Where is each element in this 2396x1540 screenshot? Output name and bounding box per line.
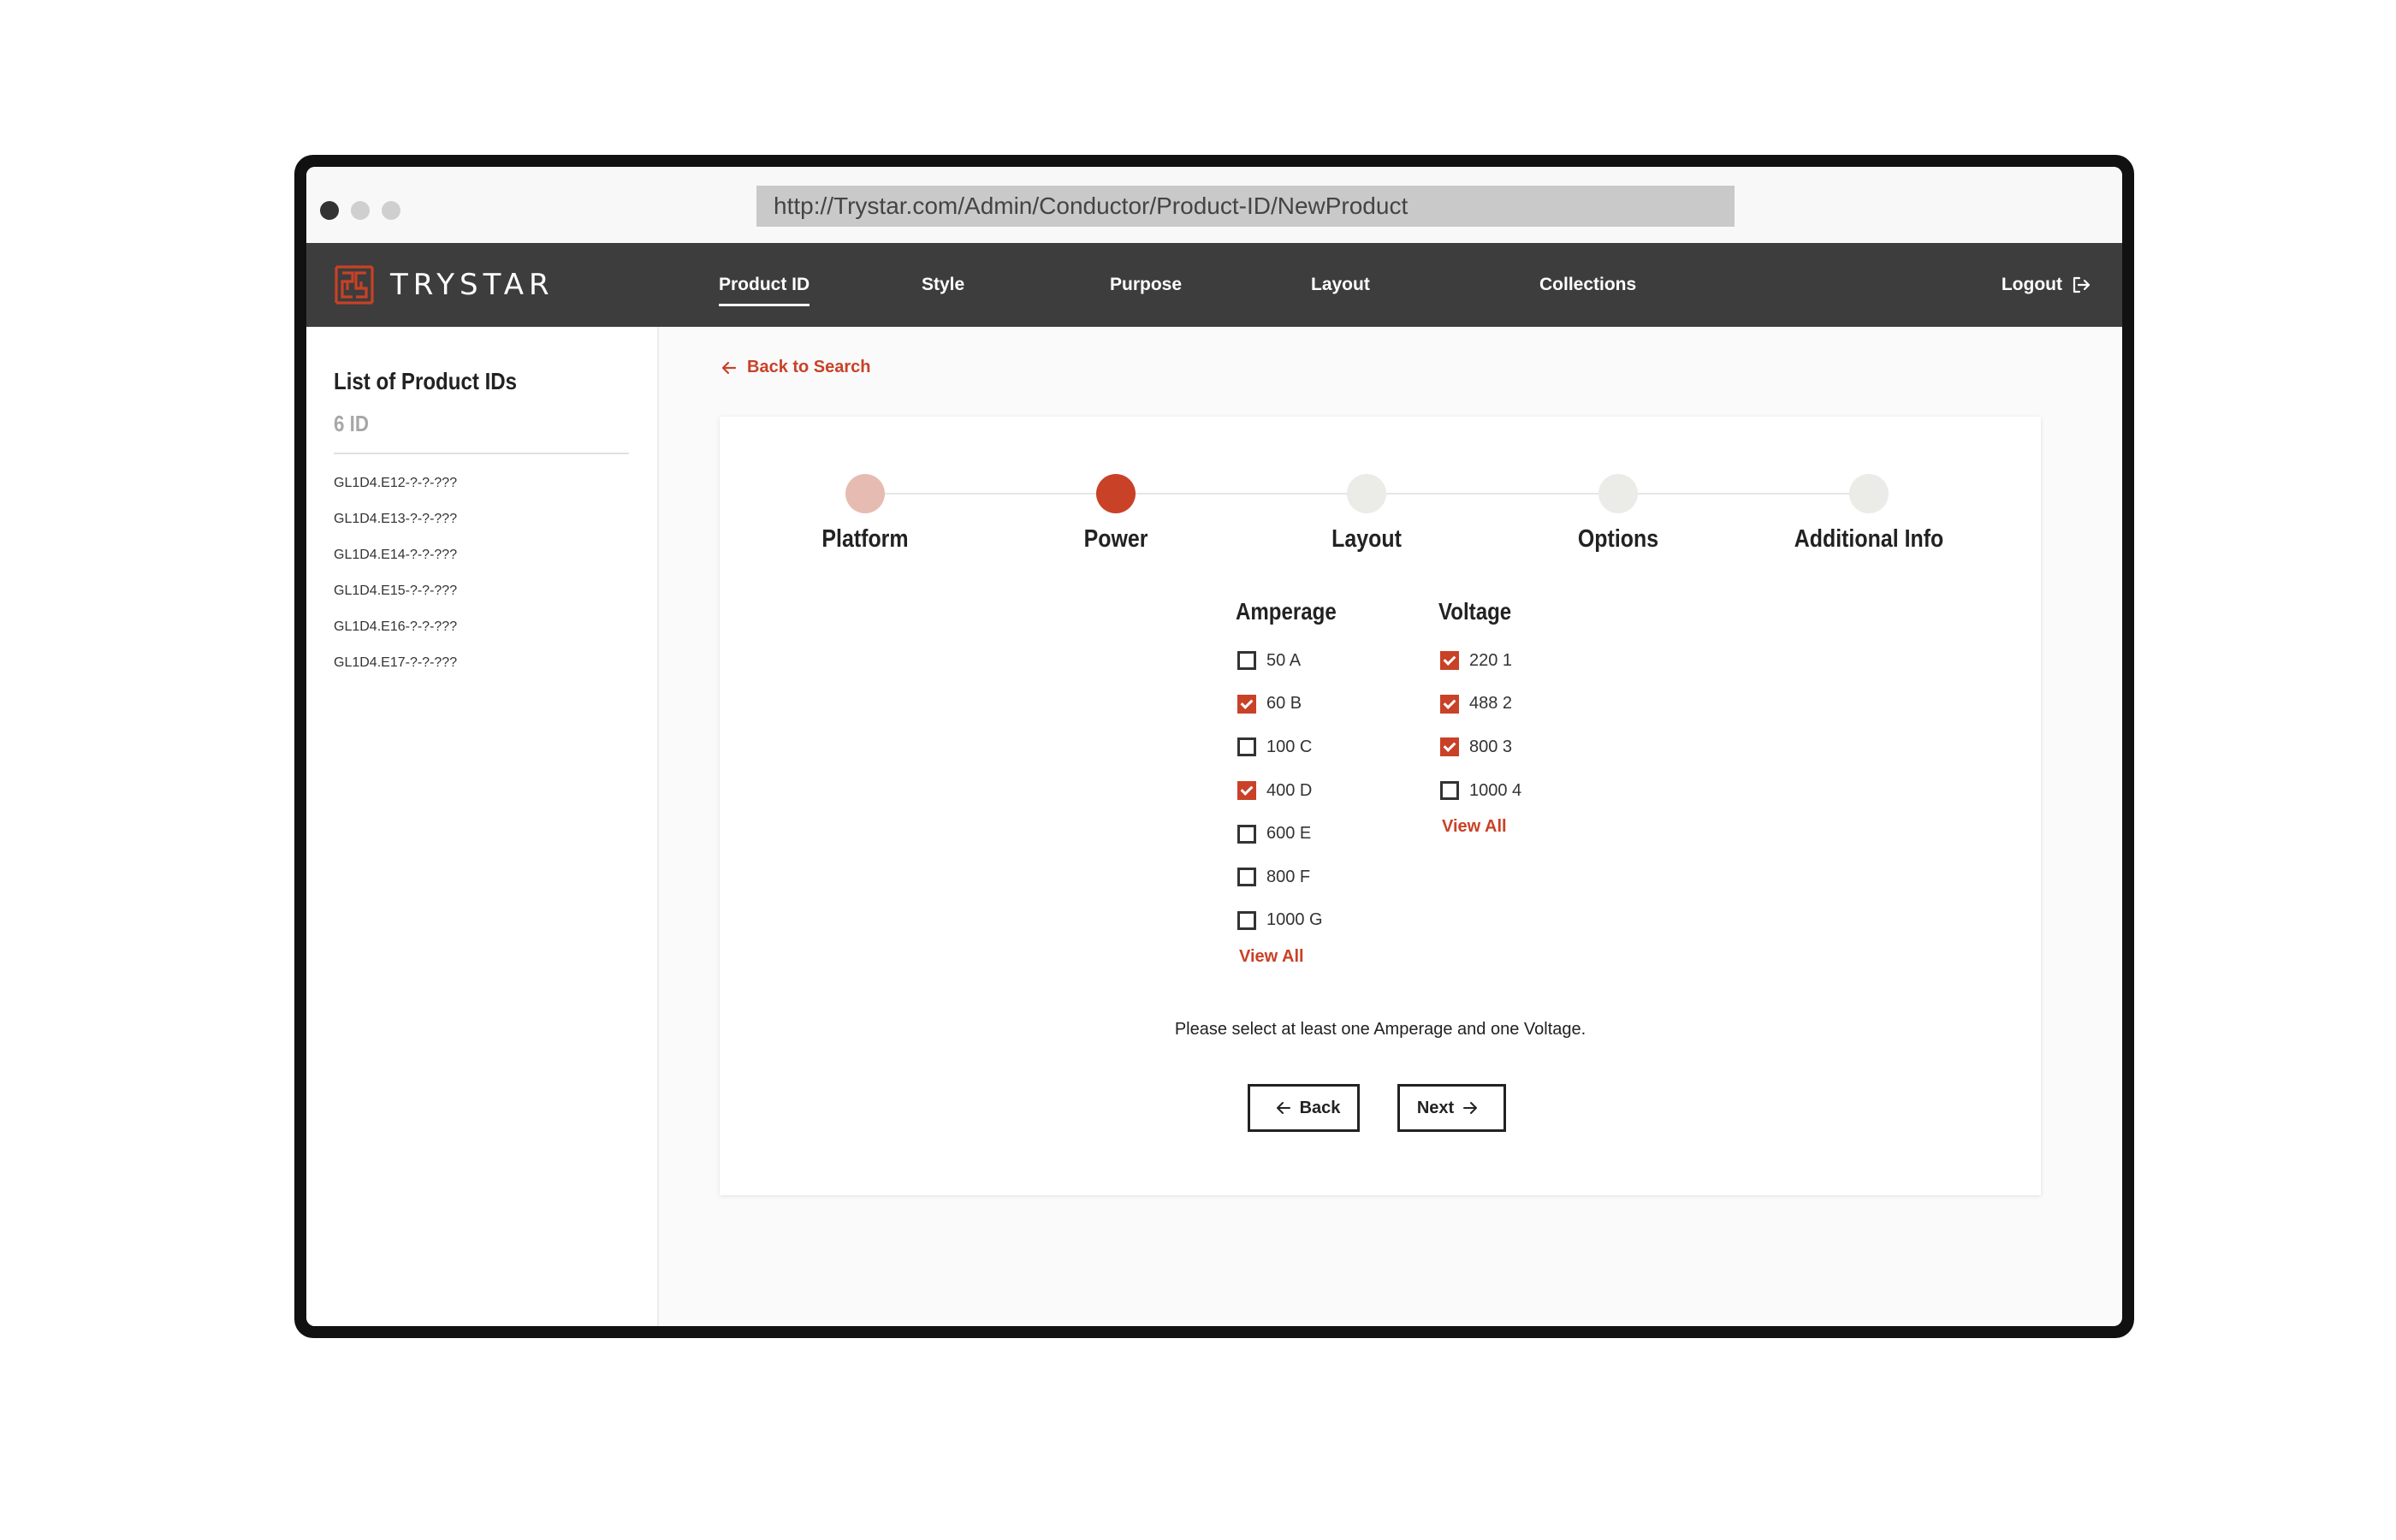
- back-to-search-label: Back to Search: [747, 358, 871, 376]
- window-close-dot[interactable]: [320, 201, 339, 220]
- step-circle: [1347, 474, 1386, 513]
- step-layout[interactable]: Layout: [1255, 474, 1478, 554]
- amperage-title: Amperage: [1236, 598, 1337, 625]
- amperage-group: Amperage 50 A 60 B 100 C 400 D 600 E 800…: [1236, 598, 1353, 967]
- nav-product-id[interactable]: Product ID: [719, 243, 810, 327]
- logout-button[interactable]: Logout: [2002, 243, 2091, 327]
- option-label: 400 D: [1266, 780, 1313, 800]
- checkbox[interactable]: [1237, 910, 1256, 930]
- checkbox[interactable]: [1440, 737, 1459, 757]
- step-label: Platform: [821, 525, 909, 553]
- browser-frame: http://Trystar.com/Admin/Conductor/Produ…: [294, 155, 2134, 1338]
- checkbox[interactable]: [1237, 651, 1256, 671]
- amperage-option[interactable]: 100 C: [1236, 726, 1353, 769]
- option-label: 488 2: [1469, 694, 1513, 714]
- step-label: Options: [1577, 525, 1659, 553]
- validation-hint: Please select at least one Amperage and …: [1174, 1020, 1586, 1039]
- product-id-item[interactable]: GL1D4.E15-?-?-???: [334, 583, 457, 619]
- step-label: Layout: [1331, 525, 1402, 553]
- amperage-option[interactable]: 600 E: [1236, 812, 1353, 856]
- logout-label: Logout: [2001, 275, 2062, 294]
- back-button[interactable]: Back: [1248, 1084, 1360, 1132]
- arrow-left-icon: [1276, 1102, 1290, 1114]
- option-label: 50 A: [1266, 650, 1302, 670]
- option-label: 100 C: [1266, 737, 1313, 756]
- voltage-title: Voltage: [1438, 598, 1512, 625]
- step-circle: [1096, 474, 1136, 513]
- logo[interactable]: TRYSTAR: [334, 264, 555, 306]
- option-label: 800 3: [1469, 737, 1513, 756]
- amperage-option[interactable]: 400 D: [1236, 769, 1353, 813]
- step-additional-info[interactable]: Additional Info: [1758, 474, 1980, 554]
- option-label: 220 1: [1469, 650, 1513, 670]
- product-id-item[interactable]: GL1D4.E13-?-?-???: [334, 511, 457, 547]
- step-circle: [845, 474, 885, 513]
- step-options[interactable]: Options: [1507, 474, 1729, 554]
- amperage-option[interactable]: 50 A: [1236, 639, 1353, 683]
- option-label: 800 F: [1266, 867, 1311, 886]
- step-circle: [1598, 474, 1638, 513]
- main-content: Back to Search Platform Power Layout Opt…: [659, 327, 2122, 1326]
- amperage-option[interactable]: 60 B: [1236, 683, 1353, 726]
- step-label: Power: [1083, 525, 1148, 553]
- option-label: 1000 4: [1469, 780, 1522, 800]
- nav-style[interactable]: Style: [922, 243, 964, 327]
- top-navbar: TRYSTAR Product ID Style Purpose Layout …: [306, 243, 2122, 327]
- product-id-item[interactable]: GL1D4.E17-?-?-???: [334, 654, 457, 690]
- step-platform[interactable]: Platform: [754, 474, 976, 554]
- voltage-option[interactable]: 1000 4: [1438, 769, 1523, 813]
- product-id-item[interactable]: GL1D4.E14-?-?-???: [334, 547, 457, 583]
- window-minimize-dot[interactable]: [351, 201, 370, 220]
- step-power[interactable]: Power: [1005, 474, 1227, 554]
- sidebar: List of Product IDs 6 ID GL1D4.E12-?-?-?…: [306, 327, 659, 1326]
- product-id-item[interactable]: GL1D4.E16-?-?-???: [334, 619, 457, 654]
- step-label: Additional Info: [1794, 525, 1944, 553]
- amperage-option[interactable]: 1000 G: [1236, 899, 1353, 943]
- checkbox[interactable]: [1237, 781, 1256, 801]
- checkbox[interactable]: [1440, 781, 1459, 801]
- amperage-view-all-link[interactable]: View All: [1239, 947, 1353, 967]
- next-button-label: Next: [1416, 1098, 1455, 1117]
- voltage-view-all-link[interactable]: View All: [1442, 817, 1523, 837]
- sidebar-title: List of Product IDs: [334, 368, 518, 394]
- checkbox[interactable]: [1440, 694, 1459, 714]
- voltage-option[interactable]: 220 1: [1438, 639, 1523, 683]
- logout-icon: [2073, 276, 2091, 293]
- voltage-group: Voltage 220 1 488 2 800 3 1000 4 View Al…: [1438, 598, 1523, 837]
- arrow-right-icon: [1463, 1102, 1478, 1114]
- voltage-option[interactable]: 800 3: [1438, 726, 1523, 769]
- logo-text: TRYSTAR: [390, 268, 555, 302]
- step-circle: [1849, 474, 1889, 513]
- product-id-list: GL1D4.E12-?-?-??? GL1D4.E13-?-?-??? GL1D…: [334, 475, 457, 690]
- nav-purpose[interactable]: Purpose: [1110, 243, 1182, 327]
- trystar-logo-icon: [335, 265, 374, 305]
- next-button[interactable]: Next: [1397, 1084, 1506, 1132]
- option-label: 60 B: [1266, 694, 1302, 714]
- checkbox[interactable]: [1237, 868, 1256, 887]
- url-bar[interactable]: http://Trystar.com/Admin/Conductor/Produ…: [756, 186, 1735, 227]
- back-to-search-link[interactable]: Back to Search: [721, 358, 871, 377]
- window-maximize-dot[interactable]: [382, 201, 400, 220]
- checkbox[interactable]: [1237, 694, 1256, 714]
- checkbox[interactable]: [1237, 824, 1256, 844]
- option-label: 600 E: [1266, 824, 1312, 844]
- browser-window: http://Trystar.com/Admin/Conductor/Produ…: [306, 167, 2122, 1326]
- product-id-item[interactable]: GL1D4.E12-?-?-???: [334, 475, 457, 511]
- nav-layout[interactable]: Layout: [1311, 243, 1370, 327]
- amperage-option[interactable]: 800 F: [1236, 856, 1353, 899]
- sidebar-divider: [334, 453, 629, 454]
- sidebar-count: 6 ID: [334, 411, 370, 436]
- nav-collections[interactable]: Collections: [1539, 243, 1636, 327]
- browser-titlebar: http://Trystar.com/Admin/Conductor/Produ…: [306, 167, 2122, 243]
- checkbox[interactable]: [1440, 651, 1459, 671]
- arrow-left-icon: [721, 361, 737, 374]
- voltage-option[interactable]: 488 2: [1438, 683, 1523, 726]
- back-button-label: Back: [1299, 1098, 1341, 1117]
- checkbox[interactable]: [1237, 737, 1256, 757]
- option-label: 1000 G: [1266, 910, 1323, 930]
- power-form-card: Platform Power Layout Options Additional…: [720, 417, 2041, 1195]
